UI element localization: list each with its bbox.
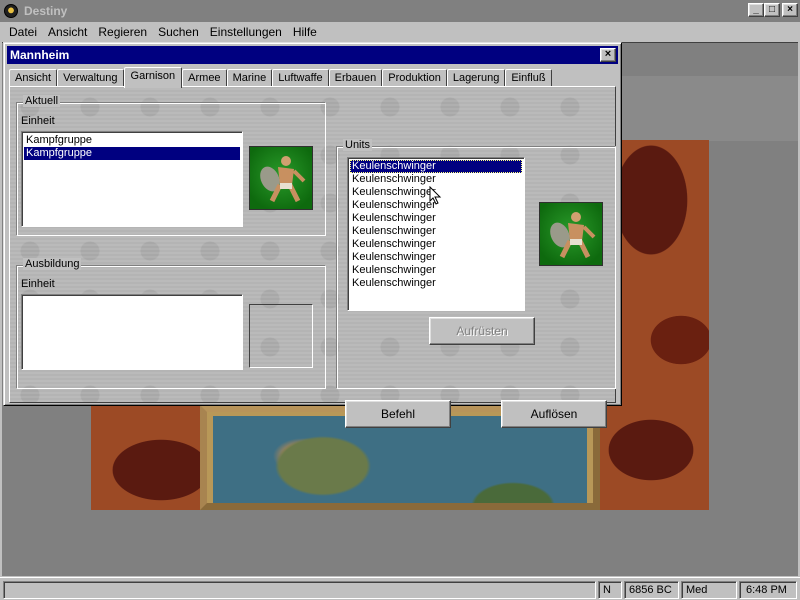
status-difficulty: Med <box>681 581 737 599</box>
mouse-cursor-icon <box>429 186 442 205</box>
status-direction: N <box>598 581 622 599</box>
menu-bar: Datei Ansicht Regieren Suchen Einstellun… <box>0 22 800 41</box>
menu-datei[interactable]: Datei <box>4 25 43 39</box>
list-item[interactable]: Keulenschwinger <box>350 238 522 251</box>
status-message <box>3 581 596 599</box>
club-warrior-icon <box>550 212 596 259</box>
menu-suchen[interactable]: Suchen <box>153 25 205 39</box>
list-item[interactable]: Keulenschwinger <box>350 264 522 277</box>
tab-luftwaffe[interactable]: Luftwaffe <box>272 69 329 87</box>
status-year: 6856 BC <box>624 581 679 599</box>
list-item[interactable]: Kampfgruppe <box>24 134 240 147</box>
ausbildung-einheit-label: Einheit <box>21 278 55 290</box>
list-item[interactable]: Keulenschwinger <box>350 277 522 290</box>
dialog-close-button[interactable]: × <box>600 48 616 62</box>
close-button[interactable]: × <box>782 3 798 17</box>
units-group: Units Keulenschwinger Keulenschwinger Ke… <box>336 139 616 389</box>
ausbildung-unit-list[interactable] <box>21 294 243 370</box>
upgrade-button[interactable]: Aufrüsten <box>429 317 535 345</box>
app-title: Destiny <box>24 4 68 18</box>
aktuell-unit-list[interactable]: Kampfgruppe Kampfgruppe <box>21 131 243 227</box>
aktuell-einheit-label: Einheit <box>21 115 55 127</box>
tab-garnison[interactable]: Garnison <box>123 67 183 88</box>
units-list[interactable]: Keulenschwinger Keulenschwinger Keulensc… <box>347 157 525 311</box>
world-map[interactable] <box>213 416 587 503</box>
list-item[interactable]: Keulenschwinger <box>350 212 522 225</box>
tab-ansicht[interactable]: Ansicht <box>9 69 58 87</box>
menu-einstellungen[interactable]: Einstellungen <box>205 25 288 39</box>
minimize-button[interactable]: _ <box>748 3 764 17</box>
ausbildung-label: Ausbildung <box>23 258 82 270</box>
tab-strip: Ansicht Verwaltung Garnison Armee Marine… <box>9 67 552 88</box>
tab-verwaltung[interactable]: Verwaltung <box>57 69 124 87</box>
list-item[interactable]: Keulenschwinger <box>350 251 522 264</box>
tab-lagerung[interactable]: Lagerung <box>446 69 506 87</box>
app-icon <box>4 4 18 18</box>
list-item-selected[interactable]: Kampfgruppe <box>24 147 240 160</box>
city-dialog: Mannheim × Ansicht Verwaltung Garnison A… <box>3 42 622 428</box>
tab-einfluss[interactable]: Einfluß <box>505 69 552 87</box>
aktuell-label: Aktuell <box>23 95 61 107</box>
list-item-selected[interactable]: Keulenschwinger <box>350 160 522 173</box>
ausbildung-group: Ausbildung Einheit <box>16 258 326 389</box>
aktuell-group: Aktuell Einheit Kampfgruppe Kampfgruppe <box>16 95 326 236</box>
club-warrior-portrait <box>539 202 603 266</box>
status-bar: N 6856 BC Med 6:48 PM <box>0 577 800 600</box>
workspace-panel <box>622 76 798 141</box>
menu-regieren[interactable]: Regieren <box>93 25 153 39</box>
club-warrior-icon <box>260 156 306 203</box>
club-warrior-portrait <box>249 146 313 210</box>
dialog-titlebar: Mannheim × <box>7 46 618 64</box>
garnison-panel: Aktuell Einheit Kampfgruppe Kampfgruppe … <box>9 86 616 428</box>
units-label: Units <box>343 139 373 151</box>
training-portrait-slot <box>249 304 313 368</box>
maximize-button[interactable]: □ <box>764 3 780 17</box>
menu-hilfe[interactable]: Hilfe <box>288 25 323 39</box>
menu-ansicht[interactable]: Ansicht <box>43 25 93 39</box>
dialog-title: Mannheim <box>10 48 70 62</box>
app-titlebar: Destiny _ □ × <box>0 0 800 22</box>
tab-produktion[interactable]: Produktion <box>382 69 447 87</box>
list-item[interactable]: Keulenschwinger <box>350 173 522 186</box>
tab-armee[interactable]: Armee <box>182 69 227 87</box>
list-item[interactable]: Keulenschwinger <box>350 225 522 238</box>
tab-erbauen[interactable]: Erbauen <box>328 69 383 87</box>
status-clock: 6:48 PM <box>739 581 797 599</box>
tab-marine[interactable]: Marine <box>226 69 273 87</box>
command-button[interactable]: Befehl <box>345 400 451 428</box>
disband-button[interactable]: Auflösen <box>501 400 607 428</box>
